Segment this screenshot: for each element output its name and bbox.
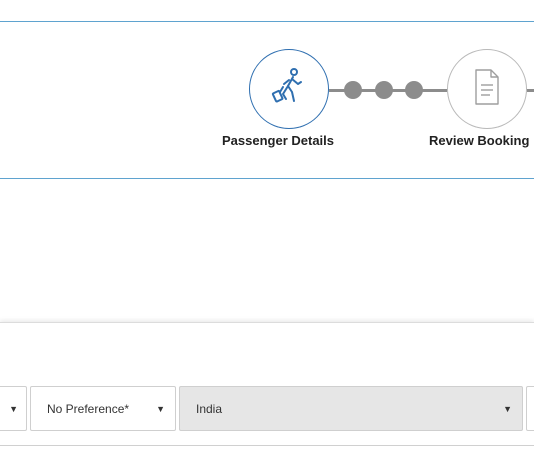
seat-preference-select[interactable]: No Preference* ▼	[30, 386, 176, 431]
step-label-review-booking: Review Booking	[429, 133, 530, 148]
nationality-value: India	[196, 401, 223, 416]
next-field[interactable]	[526, 386, 534, 431]
booking-stepper: Passenger Details Review Booking	[0, 21, 534, 179]
stepper-connector-dot	[344, 81, 362, 99]
nationality-select[interactable]: India ▼	[179, 386, 523, 431]
caret-down-icon: ▼	[9, 403, 18, 414]
stepper-connector-line	[527, 89, 534, 92]
stepper-connector-dot	[375, 81, 393, 99]
seat-preference-value: No Preference*	[47, 401, 130, 416]
traveler-luggage-icon	[267, 65, 311, 114]
step-passenger-details[interactable]	[249, 49, 329, 129]
divider	[0, 445, 534, 446]
step-review-booking[interactable]	[447, 49, 527, 129]
stepper-connector-dot	[405, 81, 423, 99]
step-label-passenger-details: Passenger Details	[222, 133, 335, 148]
caret-down-icon: ▼	[156, 403, 165, 414]
previous-select[interactable]: ▼	[0, 386, 27, 431]
document-icon	[470, 67, 504, 112]
caret-down-icon: ▼	[503, 403, 512, 414]
